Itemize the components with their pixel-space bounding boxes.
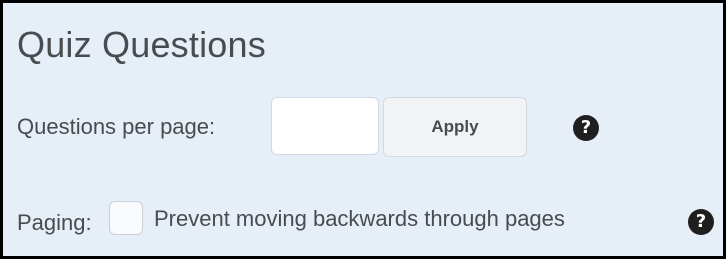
- quiz-questions-panel: Quiz Questions Questions per page: Apply…: [0, 0, 726, 259]
- questions-per-page-label: Questions per page:: [17, 114, 216, 139]
- help-icon[interactable]: ?: [573, 115, 599, 141]
- paging-label: Paging:: [17, 210, 92, 235]
- help-icon[interactable]: ?: [688, 209, 714, 235]
- apply-button[interactable]: Apply: [383, 97, 527, 157]
- prevent-backwards-label[interactable]: Prevent moving backwards through pages: [154, 205, 565, 233]
- questions-per-page-input[interactable]: [271, 97, 379, 155]
- prevent-backwards-checkbox[interactable]: [109, 201, 143, 235]
- section-title: Quiz Questions: [17, 24, 266, 65]
